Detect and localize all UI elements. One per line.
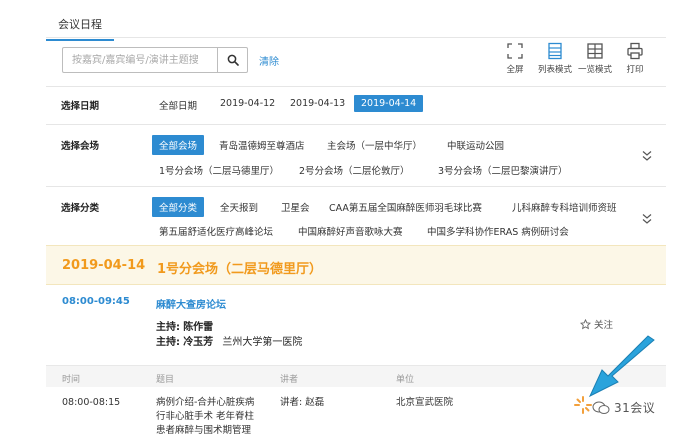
category-option-singing[interactable]: 中国麻醉好声音歌咏大赛 — [298, 224, 403, 238]
host-line: 主持: 冷玉芳 兰州大学第一医院 — [156, 333, 302, 348]
row-title-line: 病例介绍-合并心脏疾病 — [156, 397, 255, 408]
category-filter-label: 选择分类 — [61, 203, 100, 214]
fullscreen-label: 全屏 — [506, 65, 524, 75]
wechat-icon — [592, 401, 610, 414]
burst-icon — [574, 396, 592, 414]
search-box — [62, 47, 248, 73]
category-option-comfort-summit[interactable]: 第五届舒适化医疗高峰论坛 — [159, 224, 273, 238]
grid-mode-icon — [587, 43, 603, 59]
search-button[interactable] — [217, 48, 247, 72]
row-time: 08:00-08:15 — [62, 397, 121, 408]
category-option-satellite[interactable]: 卫星会 — [281, 200, 310, 214]
host-name: 陈作雷 — [183, 322, 214, 333]
host-name: 冷玉芳 — [183, 337, 214, 348]
star-icon — [580, 318, 591, 329]
watermark-text: 31会议 — [614, 401, 656, 415]
date-option-0413[interactable]: 2019-04-13 — [290, 98, 345, 109]
fullscreen-button[interactable]: 全屏 — [500, 42, 530, 75]
list-mode-button[interactable]: 列表模式 — [538, 42, 573, 75]
category-option-pediatric[interactable]: 儿科麻醉专科培训师资班 — [512, 200, 617, 214]
date-option-0412[interactable]: 2019-04-12 — [220, 98, 275, 109]
column-header-time: 时间 — [62, 375, 81, 385]
venue-filter: 选择会场 全部会场 青岛温德姆至尊酒店 主会场（一层中华厅） 中联运动公园 1号… — [46, 124, 666, 186]
grid-mode-label: 一览模式 — [578, 65, 613, 75]
row-speaker: 讲者: 赵磊 — [280, 397, 325, 408]
venue-filter-label: 选择会场 — [61, 141, 100, 152]
chevron-down-icon[interactable] — [642, 150, 652, 162]
category-option-all[interactable]: 全部分类 — [152, 197, 205, 217]
category-option-eras[interactable]: 中国多学科协作ERAS 病例研讨会 — [427, 224, 569, 238]
category-filter: 选择分类 全部分类 全天报到 卫星会 CAA第五届全国麻醉医师羽毛球比赛 儿科麻… — [46, 186, 666, 244]
category-option-badminton[interactable]: CAA第五届全国麻醉医师羽毛球比赛 — [329, 200, 482, 214]
date-filter-label: 选择日期 — [61, 101, 100, 112]
clear-button[interactable]: 清除 — [259, 53, 279, 68]
session-hall: 1号分会场（二层马德里厅） — [157, 262, 323, 277]
session-header: 2019-04-14 1号分会场（二层马德里厅） — [46, 245, 666, 285]
view-toolbar: 全屏 列表模式 一览模式 打印 — [500, 42, 650, 75]
venue-option-hall-3[interactable]: 3号分会场（二层巴黎演讲厅） — [438, 163, 568, 177]
venue-option-sports-park[interactable]: 中联运动公园 — [447, 138, 504, 152]
host-org: 兰州大学第一医院 — [222, 337, 303, 348]
print-label: 打印 — [626, 65, 644, 75]
grid-mode-button[interactable]: 一览模式 — [578, 42, 613, 75]
row-unit: 北京宣武医院 — [396, 397, 454, 408]
search-input[interactable] — [63, 48, 218, 72]
row-title-line: 行非心脏手术 老年脊柱 — [156, 411, 255, 422]
watermark: 31会议 — [592, 399, 655, 416]
fullscreen-icon — [507, 43, 523, 59]
row-title-line: 患者麻醉与围术期管理 — [156, 425, 252, 436]
host-prefix: 主持: — [156, 322, 180, 333]
table-header: 时间 题目 讲者 单位 — [46, 365, 666, 387]
session-date: 2019-04-14 — [62, 258, 146, 273]
list-mode-icon — [548, 42, 562, 60]
date-filter: 选择日期 全部日期 2019-04-12 2019-04-13 2019-04-… — [46, 86, 666, 124]
date-option-all[interactable]: 全部日期 — [159, 98, 197, 112]
chevron-down-icon[interactable] — [642, 213, 652, 225]
host-prefix: 主持: — [156, 337, 180, 348]
column-header-title: 题目 — [156, 375, 175, 385]
venue-option-hall-2[interactable]: 2号分会场（二层伦敦厅） — [299, 163, 410, 177]
printer-icon — [627, 42, 643, 60]
follow-button[interactable]: 关注 — [580, 317, 613, 331]
category-option-checkin[interactable]: 全天报到 — [220, 200, 258, 214]
venue-option-main-hall[interactable]: 主会场（一层中华厅） — [327, 138, 422, 152]
column-header-speaker: 讲者 — [280, 375, 299, 385]
venue-option-wyndham[interactable]: 青岛温德姆至尊酒店 — [219, 138, 305, 152]
date-option-0414[interactable]: 2019-04-14 — [354, 95, 424, 112]
follow-label: 关注 — [594, 320, 614, 331]
column-header-unit: 单位 — [396, 375, 415, 385]
venue-option-all[interactable]: 全部会场 — [152, 135, 205, 155]
list-mode-label: 列表模式 — [538, 65, 573, 75]
tab-bar: 会议日程 — [46, 10, 666, 41]
session-title[interactable]: 麻醉大查房论坛 — [156, 296, 226, 311]
session-time: 08:00-09:45 — [62, 296, 130, 307]
host-line: 主持: 陈作雷 — [156, 318, 213, 333]
search-icon — [227, 54, 239, 66]
venue-option-hall-1[interactable]: 1号分会场（二层马德里厅） — [159, 163, 279, 177]
print-button[interactable]: 打印 — [620, 42, 650, 75]
tab-divider — [46, 37, 666, 38]
